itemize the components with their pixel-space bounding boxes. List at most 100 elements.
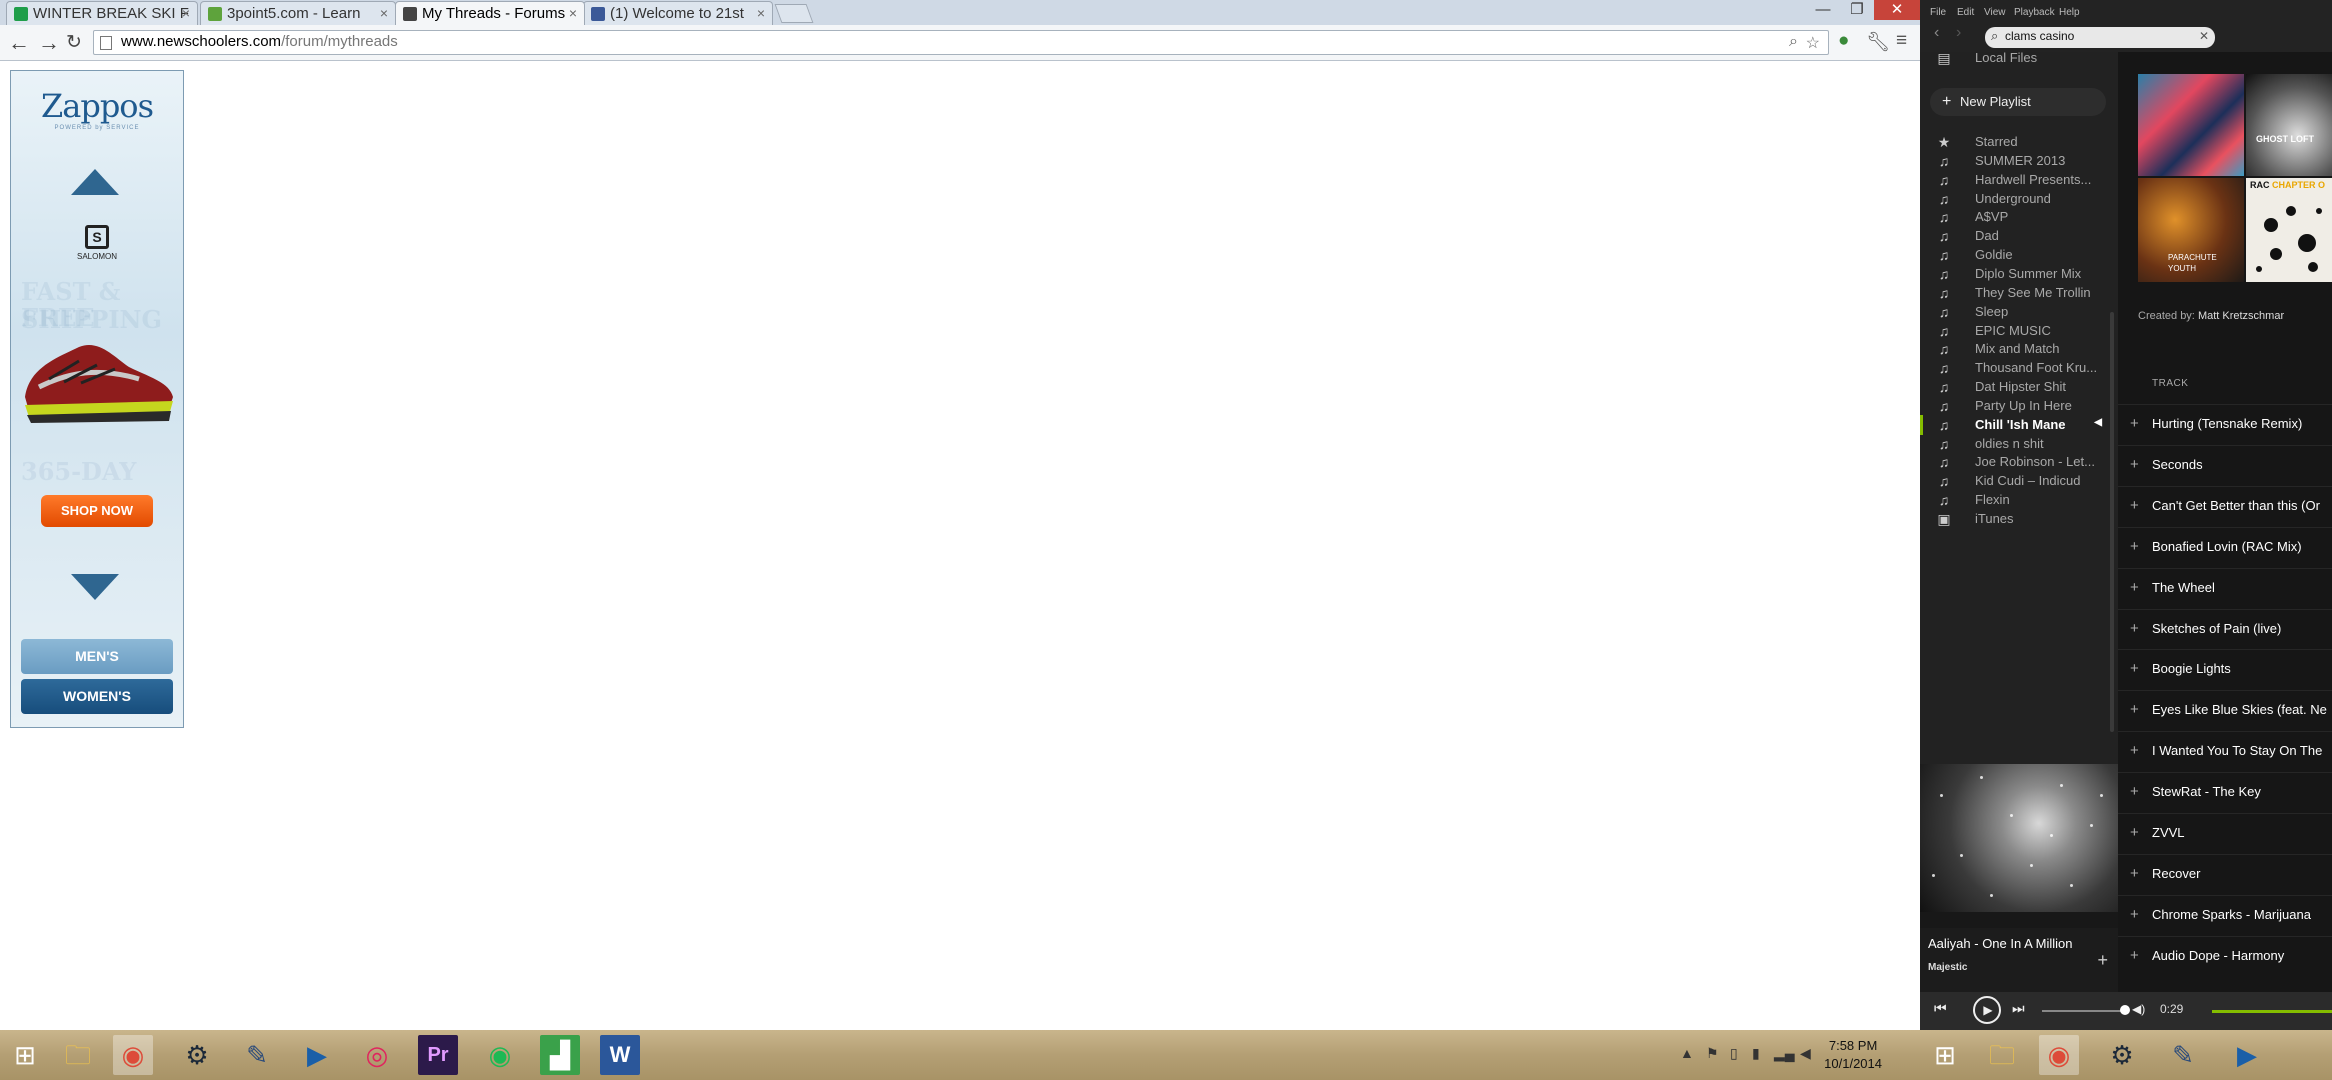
forward-icon[interactable]: › — [1956, 24, 1961, 42]
add-track-icon[interactable]: + — [2130, 783, 2139, 800]
volume-handle[interactable] — [2120, 1005, 2130, 1015]
creator-link[interactable]: Matt Kretzschmar — [2198, 310, 2284, 322]
track-row[interactable]: + Audio Dope - Harmony — [2118, 935, 2332, 977]
mens-button[interactable]: MEN'S — [21, 639, 173, 674]
forward-icon[interactable]: → — [38, 30, 60, 56]
add-track-icon[interactable]: + — [2130, 947, 2139, 964]
volume-slider[interactable] — [2042, 1005, 2130, 1015]
chrome-icon[interactable]: ◉ — [2039, 1035, 2079, 1075]
womens-button[interactable]: WOMEN'S — [21, 679, 173, 714]
steam-icon[interactable]: ⚙ — [177, 1035, 217, 1075]
paint-icon[interactable]: ✎ — [2163, 1035, 2203, 1075]
file-explorer-icon[interactable]: 🗀 — [1982, 1035, 2022, 1075]
track-row[interactable]: + Hurting (Tensnake Remix) — [2118, 404, 2332, 445]
volume-icon[interactable]: ◀ — [1800, 1045, 1811, 1062]
chrome-icon[interactable]: ◉ — [113, 1035, 153, 1075]
steam-icon[interactable]: ⚙ — [2102, 1035, 2142, 1075]
menu-playback[interactable]: Playback — [2014, 7, 2055, 18]
add-track-icon[interactable]: + — [2130, 824, 2139, 841]
track-row[interactable]: + Chrome Sparks - Marijuana — [2118, 894, 2332, 936]
now-playing-title[interactable]: Aaliyah - One In A Million — [1928, 936, 2088, 951]
address-bar[interactable]: www.newschoolers.com/forum/mythreads ⌕ ☆ — [93, 30, 1829, 55]
next-icon[interactable]: ⏭︎ — [2012, 1000, 2025, 1017]
track-row[interactable]: + The Wheel — [2118, 567, 2332, 609]
add-track-icon[interactable]: + — [2130, 865, 2139, 882]
sidebar-scrollbar[interactable] — [2110, 312, 2114, 732]
media-player-icon[interactable]: ▶ — [297, 1035, 337, 1075]
track-row[interactable]: + StewRat - The Key — [2118, 772, 2332, 813]
file-explorer-icon[interactable]: 🗀 — [58, 1035, 98, 1075]
zoom-icon[interactable]: ⌕ — [1789, 33, 1798, 51]
add-track-icon[interactable]: + — [2130, 742, 2139, 759]
premiere-icon[interactable]: Pr — [418, 1035, 458, 1075]
tab[interactable]: 3point5.com - Learn × — [200, 1, 396, 25]
add-track-icon[interactable]: + — [2130, 660, 2139, 677]
speaker-icon[interactable]: ◀) — [2132, 1002, 2145, 1016]
menu-file[interactable]: File — [1930, 7, 1946, 18]
track-row[interactable]: + Sketches of Pain (live) — [2118, 608, 2332, 650]
track-row[interactable]: + Boogie Lights — [2118, 649, 2332, 690]
signal-icon[interactable]: ▂▄ — [1774, 1045, 1795, 1062]
menu-view[interactable]: View — [1984, 7, 2006, 18]
add-track-icon[interactable]: + — [2130, 620, 2139, 637]
clock[interactable]: 7:58 PM 10/1/2014 — [1824, 1037, 1882, 1073]
menu-edit[interactable]: Edit — [1957, 7, 1974, 18]
tab[interactable]: WINTER BREAK SKI F × — [6, 1, 198, 25]
search-input[interactable]: ⌕ ✕ — [1985, 27, 2215, 48]
back-icon[interactable]: ← — [8, 30, 30, 56]
track-row[interactable]: + ZVVL — [2118, 813, 2332, 854]
track-row[interactable]: + Can't Get Better than this (Or — [2118, 485, 2332, 527]
tab[interactable]: (1) Welcome to 21st × — [583, 1, 773, 25]
windows-start-icon[interactable]: ⊞ — [1925, 1035, 1965, 1075]
add-track-icon[interactable]: + — [2130, 538, 2139, 555]
clear-search-icon[interactable]: ✕ — [2199, 29, 2209, 43]
now-playing-album-art[interactable] — [1920, 764, 2118, 912]
add-track-icon[interactable]: + — [2130, 579, 2139, 596]
sidebar-item-local-files[interactable]: ▤ Local Files — [1920, 52, 2118, 72]
extension-icon[interactable]: ● — [1838, 30, 1849, 52]
play-button[interactable]: ▶ — [1973, 996, 2001, 1024]
close-tab-icon[interactable]: × — [757, 5, 765, 21]
windows-start-icon[interactable]: ⊞ — [5, 1035, 45, 1075]
wrench-icon[interactable]: 🔧︎ — [1866, 30, 1890, 54]
shop-now-button[interactable]: SHOP NOW — [41, 495, 153, 527]
track-column-header[interactable]: TRACK — [2152, 378, 2188, 389]
word-icon[interactable]: W — [600, 1035, 640, 1075]
back-icon[interactable]: ‹ — [1934, 24, 1939, 42]
shoe-image[interactable] — [19, 327, 179, 427]
bookmark-star-icon[interactable]: ☆ — [1806, 33, 1820, 53]
camera-app-icon[interactable]: ◎ — [357, 1035, 397, 1075]
add-track-icon[interactable]: + — [2130, 456, 2139, 473]
menu-help[interactable]: Help — [2059, 7, 2080, 18]
track-row[interactable]: + Bonafied Lovin (RAC Mix) — [2118, 526, 2332, 568]
add-icon[interactable]: + — [2097, 950, 2108, 971]
spotify-icon[interactable]: ◉ — [480, 1035, 520, 1075]
flag-icon[interactable]: ⚑ — [1706, 1045, 1719, 1062]
reload-icon[interactable]: ↻ — [66, 31, 82, 54]
add-track-icon[interactable]: + — [2130, 906, 2139, 923]
track-row[interactable]: + Eyes Like Blue Skies (feat. Ne — [2118, 690, 2332, 731]
arrow-up-icon[interactable] — [71, 169, 119, 195]
stats-app-icon[interactable]: ▟ — [540, 1035, 580, 1075]
menu-icon[interactable]: ≡ — [1896, 30, 1907, 52]
arrow-down-icon[interactable] — [71, 574, 119, 600]
restore-icon[interactable]: ❐ — [1840, 0, 1874, 20]
search-field[interactable] — [2005, 29, 2195, 43]
minimize-icon[interactable]: — — [1806, 0, 1840, 20]
progress-bar[interactable] — [2212, 1010, 2332, 1013]
media-player-icon[interactable]: ▶ — [2227, 1035, 2267, 1075]
paint-icon[interactable]: ✎ — [237, 1035, 277, 1075]
url-text[interactable]: www.newschoolers.com/forum/mythreads — [121, 33, 398, 50]
add-track-icon[interactable]: + — [2130, 701, 2139, 718]
tray-arrow-icon[interactable]: ▲ — [1680, 1045, 1694, 1061]
close-tab-icon[interactable]: × — [380, 5, 388, 21]
close-tab-icon[interactable]: × — [569, 5, 577, 21]
new-playlist-button[interactable]: + New Playlist — [1930, 88, 2106, 116]
now-playing-album[interactable]: Majestic — [1928, 962, 1967, 973]
add-track-icon[interactable]: + — [2130, 497, 2139, 514]
track-row[interactable]: + I Wanted You To Stay On The — [2118, 731, 2332, 772]
tab[interactable]: My Threads - Forums × — [395, 1, 585, 25]
new-tab-button[interactable] — [774, 4, 814, 23]
sidebar-playlist-item[interactable]: ▣ iTunes — [1920, 505, 2118, 533]
previous-icon[interactable]: ⏮︎ — [1934, 1000, 1947, 1017]
